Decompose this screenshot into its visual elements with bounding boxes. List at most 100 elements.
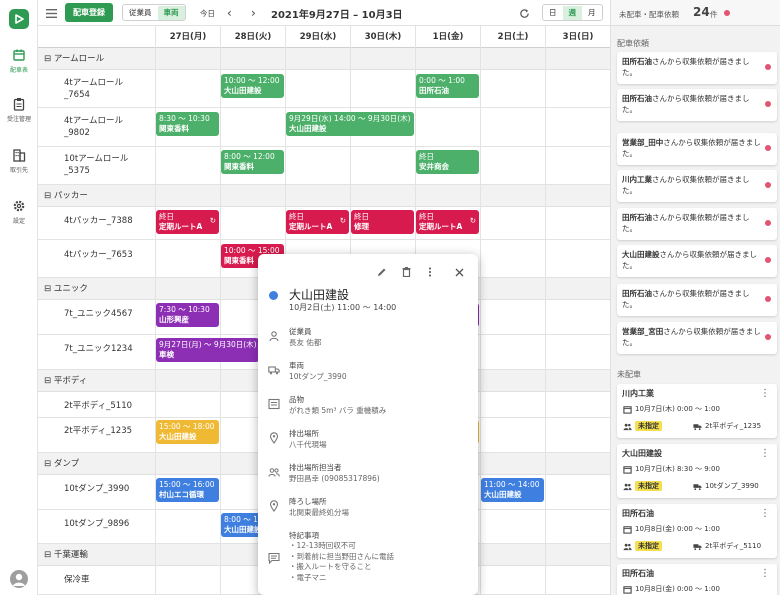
event-block[interactable]: 終日 修理: [351, 210, 414, 234]
event-time: 15:00 ～ 18:00: [159, 422, 215, 431]
truck-icon: [268, 366, 280, 375]
truck-icon: [693, 544, 702, 551]
more-options-icon[interactable]: ⋮: [760, 388, 770, 399]
collapse-icon[interactable]: ⊟: [44, 54, 51, 64]
request-card[interactable]: 川内工業さんから収集依頼が届きました。: [617, 170, 777, 202]
request-card[interactable]: 田所石油さんから収集依頼が届きました。: [617, 284, 777, 316]
group-name: アームロール: [53, 54, 105, 64]
nav-item-orders[interactable]: 受注管理: [0, 97, 38, 123]
event-time: 10:00 ～ 12:00: [224, 76, 280, 85]
register-dispatch-button[interactable]: 配車登録: [65, 3, 113, 22]
today-button[interactable]: 今日: [200, 5, 215, 21]
refresh-icon[interactable]: [519, 5, 533, 21]
field-vehicle: 車両 10tダンプ_3990: [289, 361, 347, 381]
group-name: パッカー: [53, 191, 88, 201]
more-options-icon[interactable]: ⋮: [760, 508, 770, 519]
filter-vehicle-option[interactable]: 車両: [157, 5, 185, 20]
unread-dot: [765, 145, 771, 151]
request-card[interactable]: 田所石油さんから収集依頼が届きました。: [617, 52, 777, 84]
event-title: 大山田建設: [484, 490, 522, 499]
group-header-armroll[interactable]: ⊟ アームロール: [38, 48, 610, 70]
collapse-icon[interactable]: ⊟: [44, 550, 51, 560]
calendar-icon: [13, 49, 25, 61]
day-header: 29日(水): [285, 26, 350, 48]
nav-item-label: 取引先: [9, 167, 28, 174]
unassigned-order-card[interactable]: 川内工業 ⋮ 10月7日(木) 0:00 ～ 1:00 未指定 2t平ボディ_1…: [617, 384, 777, 438]
event-block[interactable]: 8:00 ～ 1 大山田建設: [221, 513, 261, 537]
vehicle-row: 4tアームロール _7654: [38, 70, 610, 108]
event-title: 定期ルートA: [159, 222, 203, 231]
request-card[interactable]: 田所石油さんから収集依頼が届きました。: [617, 89, 777, 121]
event-block[interactable]: 終日 定期ルートA ↻: [156, 210, 219, 234]
calendar-icon: [623, 406, 632, 414]
event-block[interactable]: 終日 定期ルートA ↻: [286, 210, 349, 234]
user-avatar-icon[interactable]: [10, 570, 28, 588]
event-title: 関東香料: [224, 162, 254, 171]
filter-employee-option[interactable]: 従業員: [123, 6, 158, 20]
more-options-icon[interactable]: [424, 266, 436, 278]
event-time: 終日: [354, 212, 369, 221]
event-block[interactable]: 15:00 ～ 16:00 村山エコ循環: [156, 478, 219, 502]
field-employee: 従業員 長友 佑都: [289, 327, 322, 347]
event-block[interactable]: 7:30 ～ 10:30 山形興産: [156, 303, 219, 327]
vehicle-name: 2t平ボディ_5110: [64, 401, 133, 411]
event-block[interactable]: 10:00 ～ 12:00 大山田建設: [221, 74, 284, 98]
repeat-icon: ↻: [469, 216, 476, 225]
vehicle-name: 7t_ユニック4567: [64, 309, 133, 319]
person-icon: [269, 331, 279, 342]
event-block[interactable]: 8:00 ～ 12:00 関東香料: [221, 150, 284, 174]
event-block[interactable]: 終日 定期ルートA ↻: [416, 210, 479, 234]
edit-icon[interactable]: [376, 266, 388, 278]
vehicle-name: 保冷車: [64, 575, 90, 585]
request-card[interactable]: 大山田建設さんから収集依頼が届きました。: [617, 245, 777, 277]
request-section-title: 配車依頼: [617, 39, 649, 48]
field-pickup-contact: 排出場所担当者 野田昌幸 (09085317896): [289, 463, 380, 483]
event-detail-title: 大山田建設: [289, 288, 350, 302]
nav-item-settings[interactable]: 設定: [0, 199, 38, 225]
vehicle-name: 4tパッカー_7653: [64, 250, 133, 260]
event-block[interactable]: 9月27日(月) ～ 9月30日(木) 車検: [156, 338, 259, 362]
event-block[interactable]: 8:30 ～ 10:30 関東香料: [156, 112, 219, 136]
app-logo-icon[interactable]: [9, 9, 29, 29]
view-month-option[interactable]: 月: [582, 6, 602, 20]
nav-item-dispatch[interactable]: 配車表: [0, 48, 38, 74]
order-vehicle: 2t平ボディ_1235: [705, 422, 762, 430]
sidebar-title: 未配車・配車依頼: [619, 10, 679, 19]
event-block[interactable]: 11:00 ～ 14:00 大山田建設: [481, 478, 544, 502]
collapse-icon[interactable]: ⊟: [44, 459, 51, 469]
clipboard-icon: [13, 98, 25, 111]
unassigned-section-title: 未配車: [617, 370, 641, 379]
event-block[interactable]: 終日 安井商会: [416, 150, 479, 174]
next-week-button[interactable]: ›: [251, 5, 256, 21]
unassigned-order-card[interactable]: 大山田建設 ⋮ 10月7日(木) 8:30 ～ 9:00 未指定 10tダンプ_…: [617, 444, 777, 498]
people-icon: [268, 468, 280, 477]
event-block[interactable]: 15:00 ～ 18:00 大山田建設: [156, 420, 219, 444]
comment-icon: [268, 552, 280, 564]
day-header: 1日(金): [415, 26, 480, 48]
close-icon[interactable]: [453, 266, 465, 278]
request-card[interactable]: 田所石油さんから収集依頼が届きました。: [617, 208, 777, 240]
group-header-packer[interactable]: ⊟ パッカー: [38, 185, 610, 207]
view-day-option[interactable]: 日: [543, 6, 563, 20]
event-block[interactable]: 0:00 ～ 1:00 田所石油: [416, 74, 479, 98]
status-badge: 未指定: [635, 421, 662, 431]
delete-icon[interactable]: [400, 266, 412, 278]
collapse-icon[interactable]: ⊟: [44, 191, 51, 201]
nav-item-clients[interactable]: 取引先: [0, 148, 38, 174]
gear-icon: [13, 200, 25, 212]
request-card[interactable]: 営業部_宮田さんから収集依頼が届きました。: [617, 322, 777, 354]
unassigned-order-card[interactable]: 田所石油 ⋮ 10月8日(金) 0:00 ～ 1:00: [617, 564, 777, 595]
event-block[interactable]: 9月29日(水) 14:00 ～ 9月30日(木) 大山田建設: [286, 112, 414, 136]
more-options-icon[interactable]: ⋮: [760, 568, 770, 579]
view-week-option[interactable]: 週: [562, 5, 582, 20]
prev-week-button[interactable]: ‹: [227, 5, 232, 21]
menu-icon[interactable]: [44, 5, 58, 21]
event-time: 8:00 ～ 12:00: [224, 152, 275, 161]
more-options-icon[interactable]: ⋮: [760, 448, 770, 459]
collapse-icon[interactable]: ⊟: [44, 376, 51, 386]
request-card[interactable]: 営業部_田中さんから収集依頼が届きました。: [617, 133, 777, 165]
event-color-dot: [269, 291, 278, 300]
unassigned-order-card[interactable]: 田所石油 ⋮ 10月8日(金) 0:00 ～ 1:00 未指定 2t平ボディ_5…: [617, 504, 777, 558]
vehicle-row: 10tアームロール _5375: [38, 147, 610, 185]
collapse-icon[interactable]: ⊟: [44, 284, 51, 294]
